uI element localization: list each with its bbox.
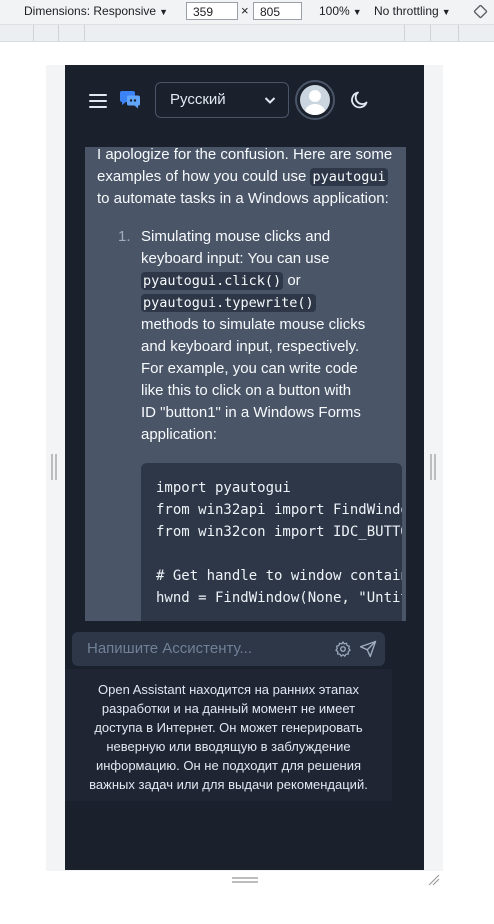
app-viewport: Русский I apologize for the confusion. H… (65, 65, 424, 870)
message-input-placeholder: Напишите Ассистенту... (87, 640, 253, 657)
gear-icon[interactable] (334, 640, 352, 658)
user-avatar-icon (300, 85, 330, 115)
height-input[interactable]: 805 (253, 2, 302, 20)
caret-down-icon: ▼ (441, 7, 451, 17)
zoom-dropdown[interactable]: 100% ▼ (319, 4, 362, 18)
hamburger-icon[interactable] (89, 94, 107, 108)
list-number: 1. (118, 228, 131, 245)
media-query-ruler (0, 25, 494, 42)
language-value: Русский (170, 91, 226, 108)
throttling-label: No throttling (374, 4, 439, 18)
language-select[interactable]: Русский (155, 82, 289, 118)
message-input[interactable]: Напишите Ассистенту... (72, 632, 385, 666)
disclaimer-text: Open Assistant находится на ранних этапа… (65, 669, 392, 801)
dimensions-dropdown[interactable]: Dimensions: Responsive ▼ (24, 4, 168, 18)
throttling-dropdown[interactable]: No throttling ▼ (374, 4, 451, 18)
corner-resize-icon[interactable] (428, 874, 440, 886)
chat-message-area: I apologize for the confusion. Here are … (85, 147, 406, 621)
zoom-label: 100% (319, 4, 350, 18)
chevron-down-icon (264, 97, 276, 104)
right-resize-handle[interactable] (430, 454, 436, 480)
open-assistant-logo-icon[interactable] (119, 90, 141, 110)
width-input[interactable]: 359 (186, 2, 238, 20)
send-icon[interactable] (359, 640, 377, 658)
moon-icon[interactable] (350, 90, 370, 110)
inline-code: pyautogui.typewrite() (141, 294, 316, 312)
left-resize-handle[interactable] (51, 454, 57, 480)
rotate-icon[interactable] (473, 4, 488, 19)
times-symbol: × (241, 3, 249, 18)
app-header: Русский (65, 65, 424, 147)
caret-down-icon: ▼ (352, 7, 362, 17)
list-item: 1. Simulating mouse clicks and keyboard … (118, 226, 402, 621)
bottom-resize-handle[interactable] (232, 877, 258, 883)
inline-code: pyautogui (310, 168, 388, 186)
user-avatar[interactable] (295, 80, 335, 120)
inline-code: pyautogui.click() (141, 272, 284, 290)
code-block: import pyautogui from win32api import Fin… (141, 463, 402, 621)
devtools-toolbar: Dimensions: Responsive ▼ 359 × 805 100% ▼ … (0, 0, 494, 25)
dimensions-label: Dimensions: Responsive (24, 4, 157, 18)
message-intro: I apologize for the confusion. Here are … (97, 147, 393, 207)
assistant-message: I apologize for the confusion. Here are … (97, 147, 403, 621)
caret-down-icon: ▼ (159, 7, 168, 17)
